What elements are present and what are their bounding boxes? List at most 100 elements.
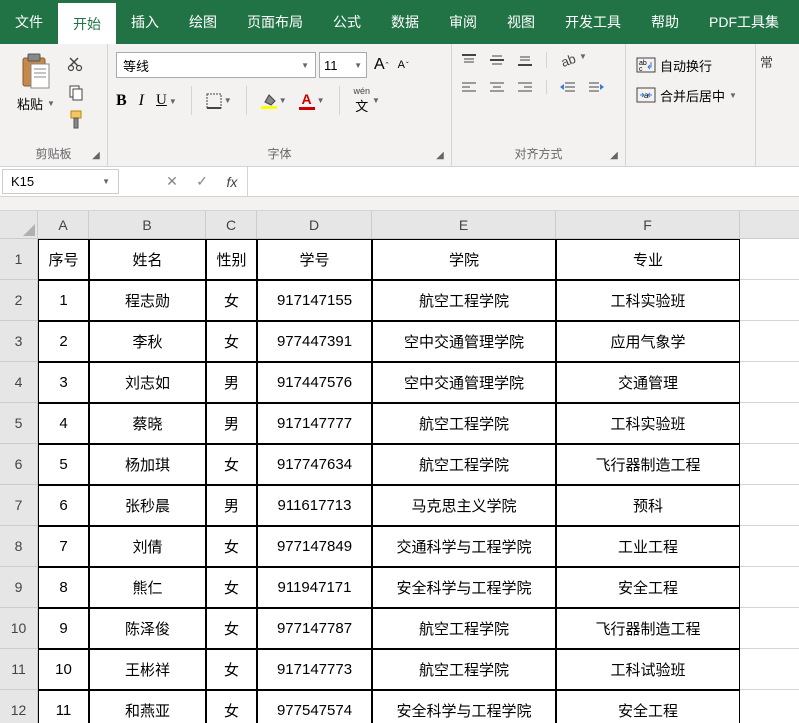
cell[interactable]: 男 [206, 485, 257, 526]
cell[interactable] [740, 608, 799, 649]
cell[interactable]: 飞行器制造工程 [556, 444, 740, 485]
ribbon-tab-2[interactable]: 插入 [116, 0, 174, 44]
col-header[interactable]: D [257, 211, 372, 239]
align-left-button[interactable] [460, 80, 478, 94]
cell[interactable]: 4 [38, 403, 89, 444]
format-painter-icon[interactable] [66, 110, 86, 130]
row-header[interactable]: 9 [0, 567, 38, 608]
cell[interactable]: 飞行器制造工程 [556, 608, 740, 649]
row-header[interactable]: 3 [0, 321, 38, 362]
cell[interactable]: 2 [38, 321, 89, 362]
cell[interactable]: 安全科学与工程学院 [372, 567, 556, 608]
font-color-button[interactable]: A▼ [299, 91, 325, 110]
merge-center-button[interactable]: a 合并后居中 ▼ [632, 80, 737, 110]
cell[interactable]: 预科 [556, 485, 740, 526]
ribbon-tab-3[interactable]: 绘图 [174, 0, 232, 44]
phonetic-button[interactable]: wén文▼ [354, 86, 380, 115]
ribbon-tab-10[interactable]: 帮助 [636, 0, 694, 44]
col-header[interactable]: C [206, 211, 257, 239]
cell[interactable]: 安全科学与工程学院 [372, 690, 556, 723]
row-header[interactable]: 8 [0, 526, 38, 567]
cell[interactable]: 程志勋 [89, 280, 206, 321]
cell[interactable]: 977147787 [257, 608, 372, 649]
cell[interactable]: 工科实验班 [556, 403, 740, 444]
cell[interactable]: 刘志如 [89, 362, 206, 403]
fx-icon[interactable]: fx [217, 174, 247, 190]
cell[interactable]: 航空工程学院 [372, 403, 556, 444]
cell[interactable]: 7 [38, 526, 89, 567]
ribbon-tab-5[interactable]: 公式 [318, 0, 376, 44]
cell[interactable]: 男 [206, 403, 257, 444]
cell[interactable] [740, 321, 799, 362]
font-launcher-icon[interactable]: ◢ [433, 148, 447, 162]
ribbon-tab-9[interactable]: 开发工具 [550, 0, 636, 44]
cell[interactable]: 女 [206, 608, 257, 649]
cell[interactable]: 917147773 [257, 649, 372, 690]
cell[interactable]: 女 [206, 567, 257, 608]
shrink-font-button[interactable]: Aˇ [398, 59, 409, 71]
cell[interactable]: 王彬祥 [89, 649, 206, 690]
cell[interactable]: 和燕亚 [89, 690, 206, 723]
cell[interactable]: 杨加琪 [89, 444, 206, 485]
row-header[interactable]: 10 [0, 608, 38, 649]
cell[interactable]: 张秒晨 [89, 485, 206, 526]
increase-indent-button[interactable] [587, 80, 605, 94]
ribbon-tab-11[interactable]: PDF工具集 [694, 0, 794, 44]
col-header[interactable]: B [89, 211, 206, 239]
cell[interactable]: 姓名 [89, 239, 206, 280]
ribbon-tab-4[interactable]: 页面布局 [232, 0, 318, 44]
cell[interactable] [740, 526, 799, 567]
cell[interactable]: 交通科学与工程学院 [372, 526, 556, 567]
cell[interactable] [740, 239, 799, 280]
cell[interactable]: 应用气象学 [556, 321, 740, 362]
cell[interactable]: 977447391 [257, 321, 372, 362]
cell[interactable]: 5 [38, 444, 89, 485]
col-header[interactable]: F [556, 211, 740, 239]
row-header[interactable]: 6 [0, 444, 38, 485]
cell[interactable]: 女 [206, 280, 257, 321]
cell[interactable]: 6 [38, 485, 89, 526]
cell[interactable]: 学号 [257, 239, 372, 280]
cell[interactable]: 李秋 [89, 321, 206, 362]
cell[interactable]: 9 [38, 608, 89, 649]
cell[interactable]: 女 [206, 690, 257, 723]
cut-icon[interactable] [66, 54, 86, 74]
cell[interactable]: 马克思主义学院 [372, 485, 556, 526]
copy-icon[interactable] [66, 82, 86, 102]
ribbon-tab-1[interactable]: 开始 [58, 0, 116, 44]
cell[interactable]: 977147849 [257, 526, 372, 567]
name-box[interactable]: K15▼ [2, 169, 119, 194]
cell[interactable]: 性别 [206, 239, 257, 280]
font-size-select[interactable]: 11▼ [319, 52, 367, 78]
cancel-formula-icon[interactable]: ✕ [157, 173, 187, 190]
align-right-button[interactable] [516, 80, 534, 94]
row-header[interactable]: 7 [0, 485, 38, 526]
cell[interactable]: 917147777 [257, 403, 372, 444]
col-header[interactable] [740, 211, 799, 239]
cell[interactable]: 3 [38, 362, 89, 403]
orientation-button[interactable]: ab▼ [559, 52, 587, 68]
cell[interactable]: 序号 [38, 239, 89, 280]
cell[interactable]: 10 [38, 649, 89, 690]
cell[interactable]: 航空工程学院 [372, 280, 556, 321]
select-all-corner[interactable] [0, 211, 38, 239]
cell[interactable]: 917447576 [257, 362, 372, 403]
cell[interactable]: 女 [206, 444, 257, 485]
border-button[interactable]: ▼ [206, 93, 232, 109]
cell[interactable] [740, 649, 799, 690]
row-header[interactable]: 4 [0, 362, 38, 403]
cell[interactable]: 陈泽俊 [89, 608, 206, 649]
cell[interactable]: 刘倩 [89, 526, 206, 567]
cell[interactable]: 熊仁 [89, 567, 206, 608]
cell[interactable]: 女 [206, 526, 257, 567]
cell[interactable]: 917747634 [257, 444, 372, 485]
align-top-button[interactable] [460, 52, 478, 68]
cell[interactable]: 911947171 [257, 567, 372, 608]
enter-formula-icon[interactable]: ✓ [187, 173, 217, 190]
cell[interactable]: 8 [38, 567, 89, 608]
row-header[interactable]: 2 [0, 280, 38, 321]
cell[interactable]: 11 [38, 690, 89, 723]
cell[interactable]: 男 [206, 362, 257, 403]
underline-button[interactable]: U▼ [156, 92, 177, 109]
align-bottom-button[interactable] [516, 52, 534, 68]
